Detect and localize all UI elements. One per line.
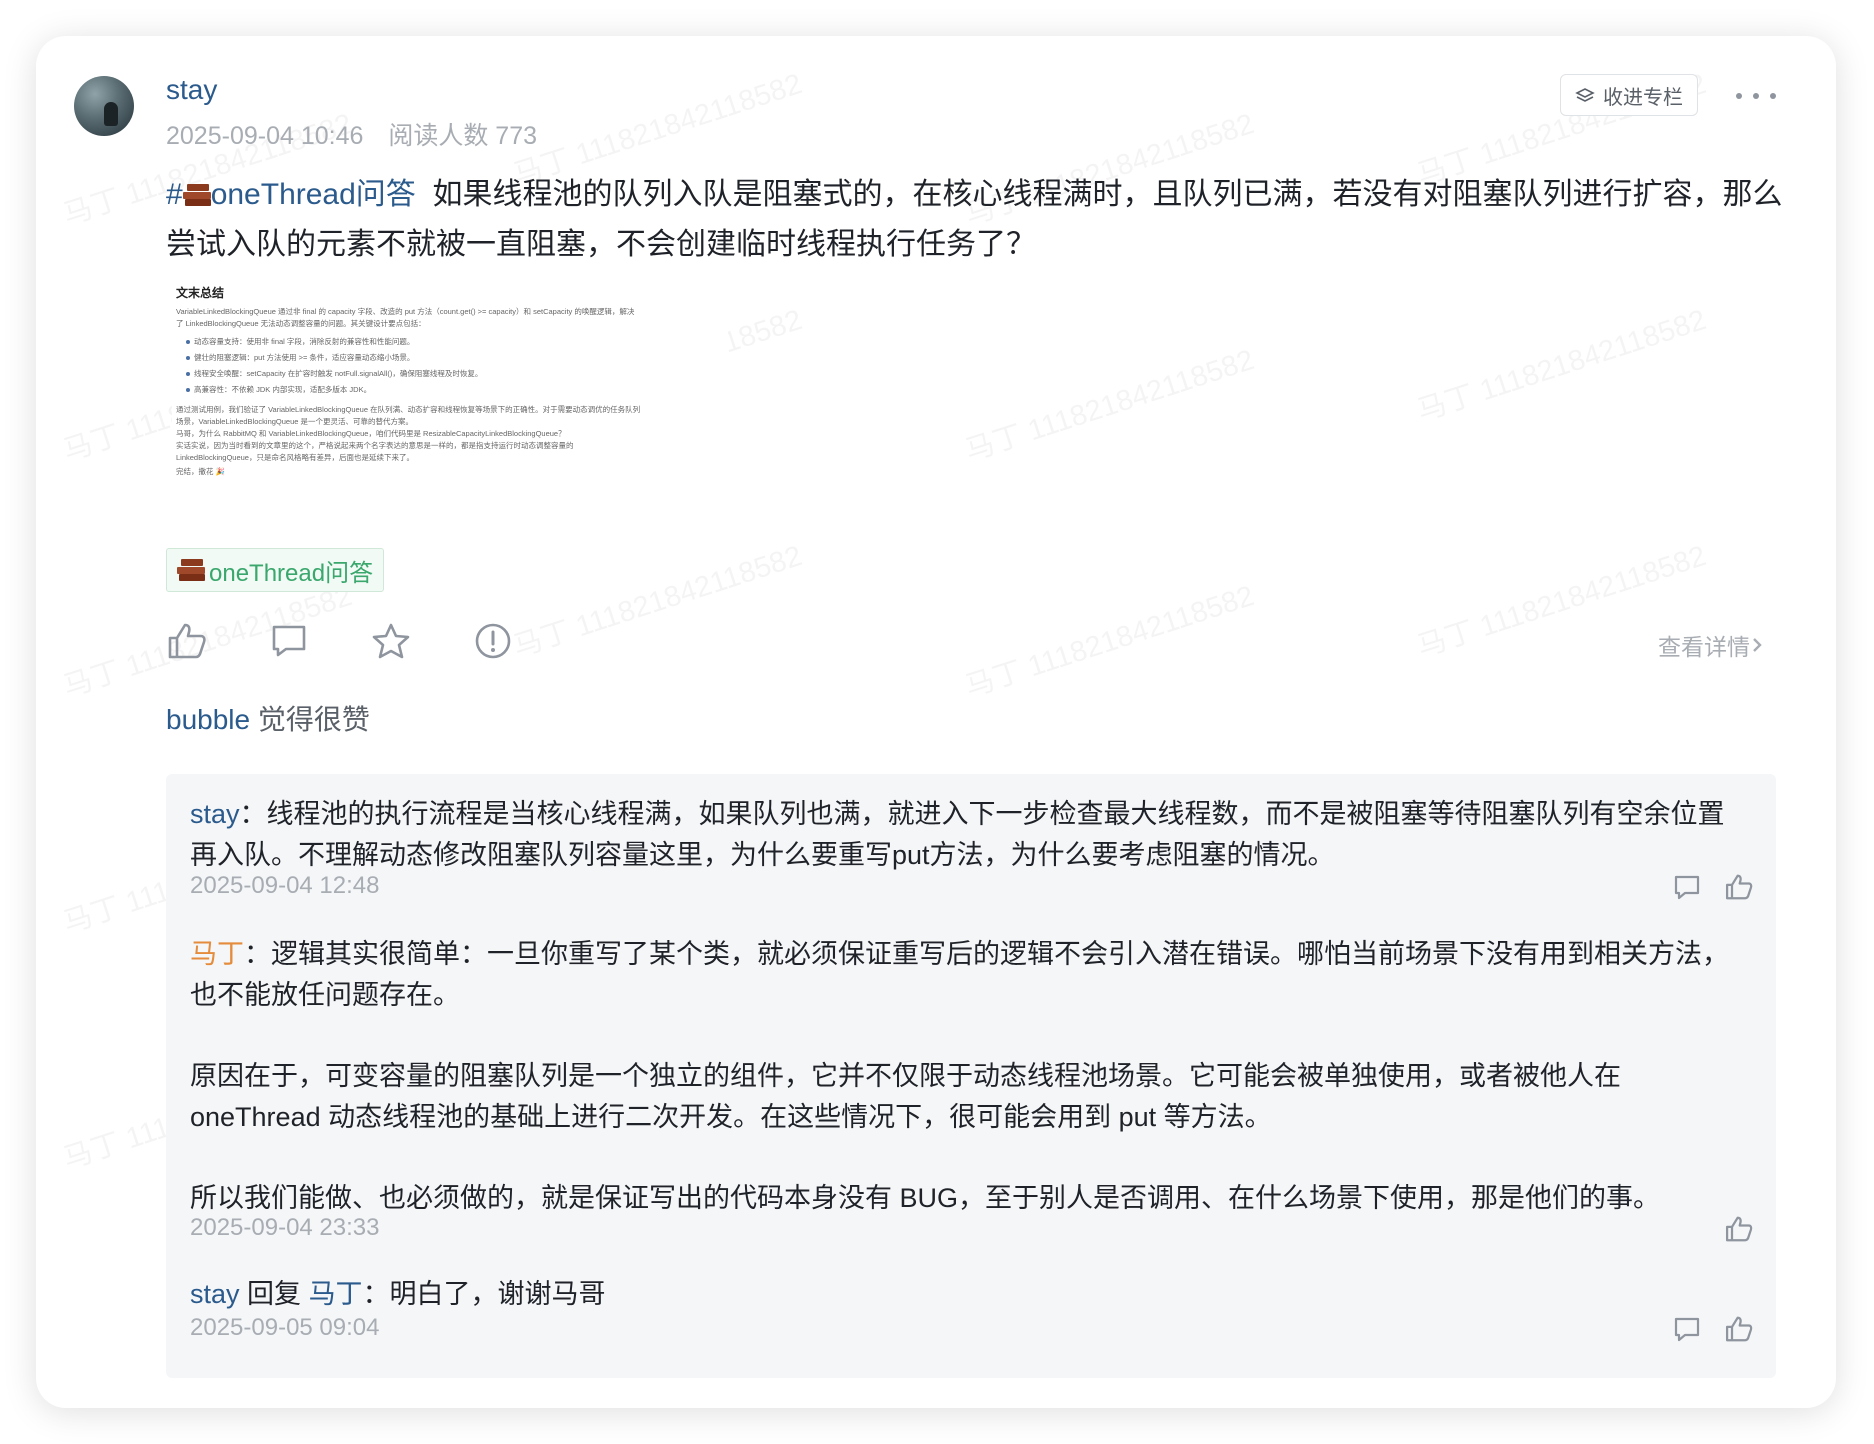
preview-bullet [186, 372, 190, 376]
chevron-right-icon [1753, 638, 1762, 652]
topic-tag-label: oneThread问答 [209, 559, 374, 587]
preview-text-line: 场景，VariableLinkedBlockingQueue 是一个更灵活、可靠… [176, 417, 414, 426]
preview-text-line: 动态容量支持：使用非 final 字段，消除反射的兼容性和性能问题。 [194, 337, 415, 346]
comment-icon[interactable] [268, 620, 310, 662]
like-icon[interactable] [1724, 1314, 1754, 1344]
liker-name[interactable]: bubble [166, 704, 250, 735]
liked-by-line: bubble 觉得很赞 [166, 698, 370, 738]
column-stack-icon [1575, 88, 1595, 102]
post-card: 马丁 111821842118582马丁 111821842118582马丁 1… [36, 36, 1836, 1408]
reply-target[interactable]: 马丁 [309, 1279, 363, 1309]
comment-text: 原因在于，可变容量的阻塞队列是一个独立的组件，它并不仅限于动态线程池场景。它可能… [190, 1061, 1621, 1132]
comment-text: 所以我们能做、也必须做的，就是保证写出的代码本身没有 BUG，至于别人是否调用、… [190, 1183, 1661, 1213]
like-icon[interactable] [1724, 872, 1754, 902]
preview-bullet [186, 356, 190, 360]
comment-text: ：逻辑其实很简单：一旦你重写了某个类，就必须保证重写后的逻辑不会引入潜在错误。哪… [190, 939, 1729, 1010]
comment-time: 2025-09-05 09:04 [190, 1314, 380, 1341]
comment-section: stay：线程池的执行流程是当核心线程满，如果队列也满，就进入下一步检查最大线程… [166, 774, 1776, 1378]
read-count: 阅读人数 773 [388, 122, 538, 150]
view-details-link[interactable]: 查看详情 [1658, 628, 1764, 662]
report-icon[interactable] [472, 620, 514, 662]
reply-icon[interactable] [1672, 872, 1702, 902]
comment-time: 2025-09-04 23:33 [190, 1214, 380, 1241]
post-actions [166, 620, 574, 664]
comment-author[interactable]: stay [190, 799, 240, 829]
preview-title: 文末总结 [176, 286, 225, 300]
preview-text-line: 了 LinkedBlockingQueue 无法动态调整容量的问题。其关键设计要… [176, 319, 426, 328]
topic-tag[interactable]: oneThread问答 [166, 548, 385, 592]
preview-text-line: 线程安全唤醒：setCapacity 在扩容时触发 notFull.signal… [194, 369, 483, 378]
comment-text: ：明白了，谢谢马哥 [362, 1279, 606, 1309]
post-date: 2025-09-04 10:46 [166, 122, 364, 150]
comment-actions [1702, 1214, 1754, 1244]
like-icon[interactable] [1724, 1214, 1754, 1244]
preview-text-line: 完结，撒花 🎉 [176, 467, 225, 476]
avatar[interactable] [74, 76, 134, 136]
brick-icon [182, 184, 211, 206]
comment-item: stay 回复 马丁：明白了，谢谢马哥 [190, 1274, 1750, 1315]
favorite-star-icon[interactable] [370, 620, 412, 662]
preview-bullet [186, 388, 190, 392]
comment-item: 马丁：逻辑其实很简单：一旦你重写了某个类，就必须保证重写后的逻辑不会引入潜在错误… [190, 934, 1750, 1219]
post-body: # oneThread问答 如果线程池的队列入队是阻塞式的，在核心线程满时，且队列… [166, 170, 1811, 270]
like-icon[interactable] [166, 620, 208, 662]
brick-icon [177, 559, 205, 581]
reply-icon[interactable] [1672, 1314, 1702, 1344]
post-author[interactable]: stay [166, 74, 217, 106]
preview-text-line: LinkedBlockingQueue，只是命名风格略有差异，后面也是延续下来了… [176, 453, 414, 462]
collect-to-column-button[interactable]: 收进专栏 [1560, 74, 1698, 116]
more-options-icon[interactable] [1736, 84, 1776, 108]
liked-suffix: 觉得很赞 [257, 704, 370, 735]
topic-link[interactable]: # oneThread问答 [166, 178, 416, 211]
preview-bullet [186, 340, 190, 344]
preview-text-line: 通过测试用例，我们验证了 VariableLinkedBlockingQueue… [176, 405, 641, 414]
preview-text-line: 高兼容性：不依赖 JDK 内部实现，适配多版本 JDK。 [194, 385, 372, 394]
preview-text-line: 健壮的阻塞逻辑：put 方法使用 >= 条件，适应容量动态缩小场景。 [194, 353, 415, 362]
preview-text-line: 马哥，为什么 RabbitMQ 和 VariableLinkedBlocking… [176, 429, 566, 438]
comment-author[interactable]: 马丁 [190, 939, 244, 969]
comment-text: ：线程池的执行流程是当核心线程满，如果队列也满，就进入下一步检查最大线程数，而不… [190, 799, 1725, 870]
post-meta: 2025-09-04 10:46 阅读人数 773 [166, 116, 537, 152]
comment-item: stay：线程池的执行流程是当核心线程满，如果队列也满，就进入下一步检查最大线程… [190, 794, 1750, 876]
reply-word: 回复 [247, 1279, 302, 1309]
collect-label: 收进专栏 [1603, 86, 1683, 109]
preview-text-line: 实话实说，因为当时看到的文章里的这个，严格说起来两个名字表达的意思是一样的，都是… [176, 441, 574, 450]
preview-text-line: VariableLinkedBlockingQueue 通过非 final 的 … [176, 307, 635, 316]
comment-time: 2025-09-04 12:48 [190, 872, 380, 899]
comment-actions [1650, 1314, 1754, 1344]
comment-actions [1650, 872, 1754, 902]
post-image-preview[interactable]: 文末总结 VariableLinkedBlockingQueue 通过非 fin… [172, 280, 728, 556]
view-details-label: 查看详情 [1658, 634, 1750, 660]
comment-author[interactable]: stay [190, 1279, 240, 1309]
